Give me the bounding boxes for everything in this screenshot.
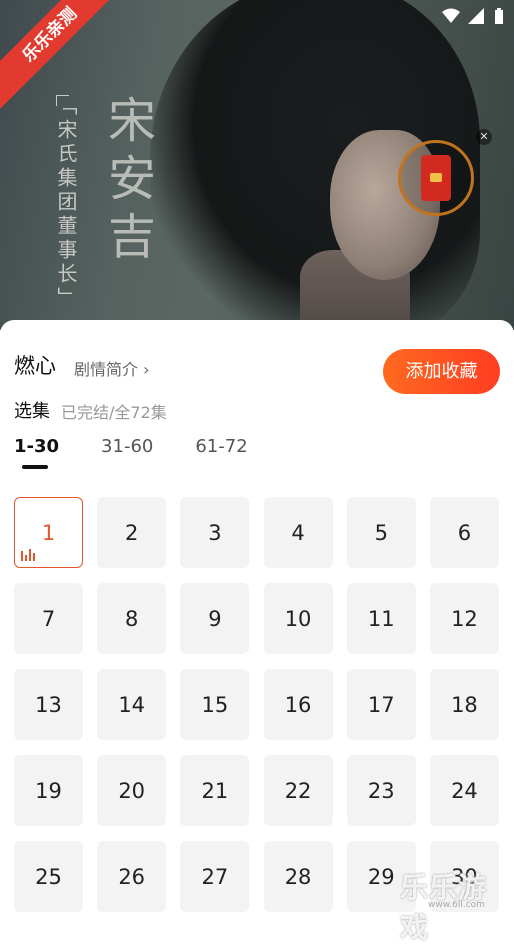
battery-icon <box>495 8 503 24</box>
episode-button[interactable]: 21 <box>180 755 250 826</box>
episode-button[interactable]: 19 <box>14 755 83 826</box>
episode-number: 22 <box>284 778 312 803</box>
tab-range-3[interactable]: 61-72 <box>195 436 247 457</box>
episode-number: 15 <box>201 692 229 717</box>
episode-number: 11 <box>367 606 395 631</box>
episode-number: 6 <box>457 520 472 545</box>
episode-button[interactable]: 13 <box>14 669 83 740</box>
tab-range-1[interactable]: 1-30 <box>14 436 59 469</box>
episode-grid: 1 2 3 4 5 6 7 8 9 10 11 12 13 14 15 16 17 18 19 20 21 22 23 24 2… <box>14 497 499 912</box>
episode-number: 21 <box>201 778 229 803</box>
episode-button[interactable]: 8 <box>97 583 167 654</box>
synopsis-label: 剧情简介 <box>74 360 139 379</box>
episode-number: 18 <box>451 692 478 717</box>
drama-title: 燃心 <box>14 354 56 378</box>
episode-button[interactable]: 2 <box>97 497 167 568</box>
selection-label: 选集 <box>14 401 50 422</box>
episode-button[interactable]: 9 <box>180 583 250 654</box>
episode-number: 27 <box>201 864 229 889</box>
episode-button[interactable]: 20 <box>97 755 167 826</box>
episode-button[interactable]: 17 <box>346 669 416 740</box>
episode-number: 7 <box>41 606 56 631</box>
red-packet-button[interactable] <box>398 140 474 216</box>
episode-number: 14 <box>118 692 146 717</box>
episode-number: 2 <box>125 520 139 545</box>
episode-button[interactable]: 1 <box>14 497 83 568</box>
episode-number: 10 <box>284 606 312 631</box>
episode-number: 20 <box>118 778 146 803</box>
episode-button[interactable]: 16 <box>263 669 333 740</box>
episode-number: 13 <box>35 692 62 717</box>
episode-button[interactable]: 3 <box>180 497 250 568</box>
status-bar <box>442 6 504 26</box>
signal-icon <box>468 8 484 24</box>
episode-button[interactable]: 10 <box>263 583 333 654</box>
episode-number: 9 <box>208 606 222 631</box>
episode-number: 8 <box>125 606 139 631</box>
episode-button[interactable]: 28 <box>263 841 333 912</box>
episode-number: 12 <box>451 606 478 631</box>
poster-name: 宋安吉 <box>99 95 155 269</box>
episode-number: 4 <box>291 520 305 545</box>
close-icon[interactable]: ✕ <box>476 129 492 145</box>
episode-number: 26 <box>118 864 146 889</box>
chevron-right-icon: › <box>143 360 150 379</box>
episode-button[interactable]: 14 <box>97 669 167 740</box>
add-favorite-button[interactable]: 添加收藏 <box>383 349 500 394</box>
episode-button[interactable]: 11 <box>346 583 416 654</box>
episode-number: 3 <box>208 520 222 545</box>
episode-button[interactable]: 12 <box>429 583 499 654</box>
episode-button[interactable]: 15 <box>180 669 250 740</box>
episode-number: 28 <box>284 864 312 889</box>
episode-button[interactable]: 27 <box>180 841 250 912</box>
episode-number: 19 <box>35 778 62 803</box>
poster-subtitle: 「宋氏集团董事长」 <box>54 95 78 311</box>
selection-status: 已完结/全72集 <box>61 403 167 422</box>
episode-button[interactable]: 7 <box>14 583 83 654</box>
episode-button[interactable]: 6 <box>429 497 499 568</box>
episode-number: 1 <box>41 520 56 545</box>
episode-sheet: 燃心 剧情简介 › 添加收藏 选集 已完结/全72集 1-30 31-60 61-7… <box>0 320 514 915</box>
tab-range-2[interactable]: 31-60 <box>101 436 153 457</box>
episode-number: 24 <box>451 778 478 803</box>
episode-number: 23 <box>367 778 395 803</box>
episode-button[interactable]: 4 <box>263 497 333 568</box>
watermark-url: www.6ll.com <box>428 900 485 910</box>
episode-button[interactable]: 5 <box>346 497 416 568</box>
episode-button[interactable]: 23 <box>346 755 416 826</box>
episode-number: 17 <box>367 692 395 717</box>
episode-number: 16 <box>284 692 312 717</box>
synopsis-link[interactable]: 剧情简介 › <box>74 356 150 380</box>
episode-button[interactable]: 18 <box>429 669 499 740</box>
episode-number: 25 <box>35 864 62 889</box>
playing-icon <box>21 549 35 561</box>
episode-button[interactable]: 25 <box>14 841 83 912</box>
episode-button[interactable]: 24 <box>429 755 499 826</box>
red-packet-icon <box>421 155 451 201</box>
episode-button[interactable]: 22 <box>263 755 333 826</box>
episode-number: 29 <box>367 864 395 889</box>
wifi-icon <box>442 8 460 23</box>
episode-number: 5 <box>374 520 388 545</box>
episode-range-tabs: 1-30 31-60 61-72 <box>14 436 290 469</box>
episode-button[interactable]: 26 <box>97 841 167 912</box>
